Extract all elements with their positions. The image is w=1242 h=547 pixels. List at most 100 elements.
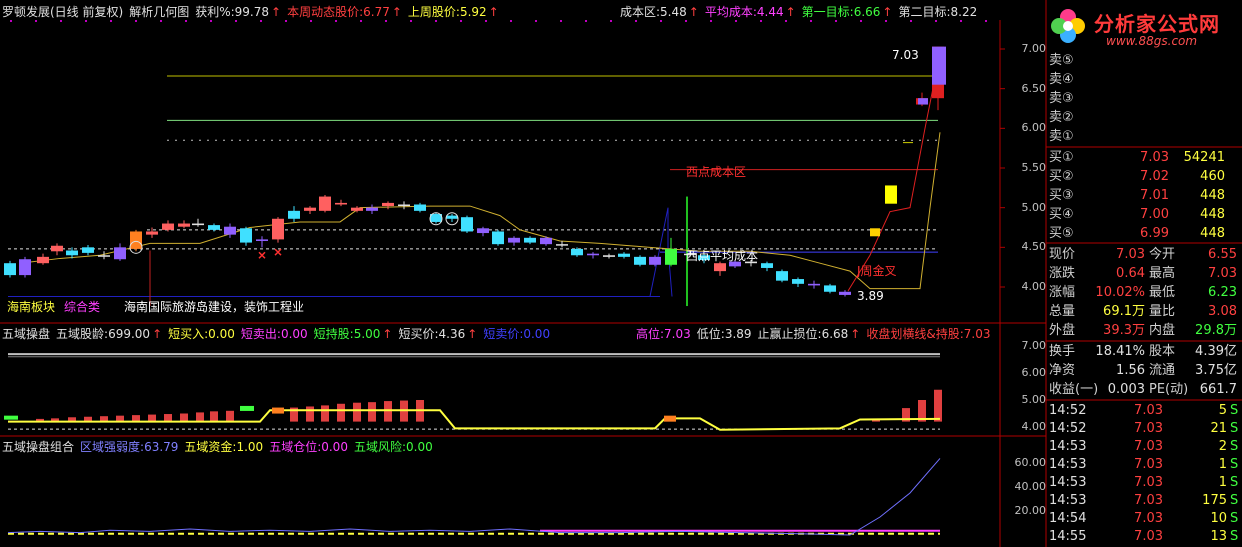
candle-body: [66, 250, 78, 256]
y-tick-label: 40.00: [1014, 480, 1047, 493]
quote-value: 18.41%: [1095, 344, 1145, 359]
short-price-label: 短买价:: [398, 327, 439, 341]
dot-marker: [435, 20, 437, 22]
quote-row: 外盘 39.3万 内盘 29.8万: [1049, 322, 1239, 340]
candle-body: [366, 207, 378, 211]
order-book-sell-row: 卖②: [1049, 109, 1239, 127]
p2-low-label: 低位:: [696, 327, 725, 341]
y-tick-label: 7.00: [1021, 42, 1047, 55]
strength-label: 区域强弱度:: [80, 440, 145, 454]
candle-body: [634, 256, 646, 265]
p2-bar: [226, 410, 234, 422]
panel3-name[interactable]: 五域操盘组合: [2, 440, 74, 454]
y-tick-label: 6.00: [1021, 121, 1047, 135]
quote-value: 7.03: [1208, 266, 1237, 281]
stock-title[interactable]: 罗顿发展(日线 前复权): [2, 5, 123, 19]
y-tick-label: 20.00: [1014, 504, 1047, 517]
dot-marker: [160, 20, 162, 22]
candle-body: [761, 263, 773, 268]
candle-body: [776, 271, 788, 281]
up-arrow-icon: ↑: [271, 5, 282, 19]
p2-orange-marker: [272, 407, 284, 414]
quote-label: 内盘: [1149, 323, 1176, 338]
weekly-dyn-label: 本周动态股价:: [287, 5, 364, 19]
tick-row: 14:53 7.03 2 S: [1049, 438, 1239, 456]
p2-low-value: 3.89: [724, 327, 752, 341]
dot-marker: [335, 20, 337, 22]
p2-high-label: 高位:: [636, 327, 665, 341]
candle-highlight: [932, 46, 946, 85]
tick-side: S: [1230, 511, 1239, 526]
dot-marker: [85, 20, 87, 22]
candle-body: [19, 259, 31, 276]
dot-marker: [810, 20, 812, 22]
dot-marker: [285, 20, 287, 22]
quote-value: 69.1万: [1103, 304, 1145, 319]
p2-orange-marker: [664, 415, 676, 422]
indicator-name[interactable]: 解析几何图: [129, 5, 189, 19]
position-label: 五域仓位:: [269, 440, 322, 454]
site-logo[interactable]: 分析家公式网 www.88gs.com: [1044, 4, 1240, 50]
sector-tag: 海南板块: [7, 300, 56, 314]
tick-price: 7.03: [1134, 403, 1163, 418]
tick-volume: 21: [1210, 421, 1227, 436]
target1-value: 6.66: [853, 5, 881, 19]
stop-value: 6.68: [821, 327, 849, 341]
tick-price: 7.03: [1134, 511, 1163, 526]
quote-label: 现价: [1049, 247, 1076, 262]
up-arrow-icon: ↑: [785, 5, 796, 19]
p3-strength-line: [7, 458, 941, 536]
order-book-price: 7.00: [1140, 207, 1169, 222]
logo-brand: 分析家公式网: [1094, 12, 1220, 36]
short-hold-label: 短持股:: [313, 327, 354, 341]
p2-bar: [148, 414, 156, 422]
order-book-label: 买③: [1049, 188, 1074, 203]
dot-marker: [10, 20, 12, 22]
candle-body: [839, 291, 851, 295]
candle-body: [649, 256, 661, 265]
candle-body: [319, 196, 331, 211]
dot-marker: [660, 20, 662, 22]
candle-body: [240, 228, 252, 243]
p2-bar: [210, 411, 218, 422]
panel2-name[interactable]: 五域操盘: [2, 327, 50, 341]
candle-body: [603, 255, 615, 257]
candle-body: [524, 237, 536, 243]
candle-body: [114, 247, 126, 260]
dot-marker: [835, 20, 837, 22]
candle-body: [824, 285, 836, 292]
short-buy-value: 0.00: [208, 327, 235, 341]
candle-body: [398, 204, 410, 207]
short-buy-label: 短买入:: [168, 327, 209, 341]
cost-zone-label: 成本区:: [620, 5, 661, 19]
order-book-volume: 460: [1200, 169, 1225, 184]
candle-body: [508, 237, 520, 243]
quote-value: 0.64: [1116, 266, 1145, 281]
candle-body: [82, 247, 94, 253]
quote-value: 661.7: [1199, 382, 1237, 397]
category-tag: 综合类: [64, 300, 101, 314]
y-tick-label: 5.50: [1021, 161, 1047, 174]
tick-side: S: [1230, 421, 1239, 436]
p2-bar: [384, 401, 392, 422]
tick-price: 7.03: [1134, 475, 1163, 490]
dot-marker: [135, 20, 137, 22]
quote-row: 涨跌 0.64 最高 7.03: [1049, 265, 1239, 283]
short-sell-price-value: 0.00: [523, 327, 551, 341]
stop-label: 止赢止损位:: [757, 327, 822, 341]
panel3-header: 五域操盘组合 区域强弱度:63.79 五域资金:1.00 五域仓位:0.00 五域风险:…: [2, 439, 439, 455]
order-book-buy-row: 买④ 7.00 448: [1049, 206, 1239, 224]
order-book-price: 7.03: [1140, 150, 1169, 165]
dot-marker: [60, 20, 62, 22]
order-book-price: 7.01: [1140, 188, 1169, 203]
y-tick-label: 6.00: [1021, 366, 1047, 379]
dot-marker: [585, 20, 587, 22]
tick-volume: 10: [1210, 511, 1227, 526]
candle-body: [335, 202, 347, 205]
position-value: 0.00: [321, 440, 348, 454]
up-arrow-icon: ↑: [382, 327, 393, 341]
dot-marker: [35, 20, 37, 22]
candle-body: [37, 256, 49, 264]
avg-cost-value: 4.44: [756, 5, 784, 19]
dot-marker: [210, 20, 212, 22]
